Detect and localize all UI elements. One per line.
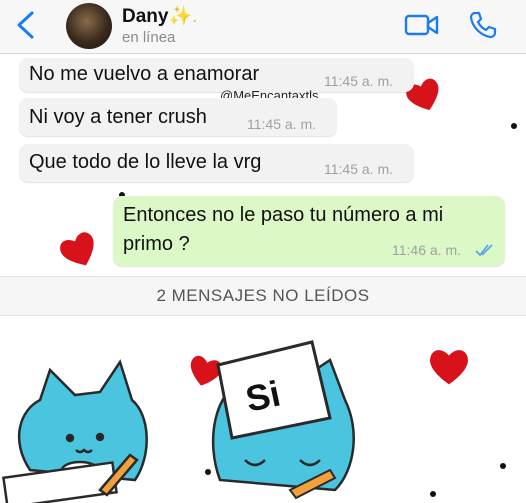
wallpaper-dot — [511, 123, 517, 129]
message-time: 11:45 a. m. — [247, 116, 317, 132]
message-text: Ni voy a tener crush — [29, 106, 207, 128]
message-time: 11:45 a. m. — [324, 161, 394, 177]
message-text: Que todo de lo lleve la vrg — [29, 151, 262, 173]
video-call-icon[interactable] — [404, 12, 440, 38]
chat-header: Dany✨. en línea — [0, 0, 526, 54]
phone-icon[interactable] — [468, 10, 498, 40]
message-time: 11:45 a. m. — [324, 73, 394, 89]
message-incoming[interactable]: Ni voy a tener crush 11:45 a. m. — [19, 98, 337, 136]
message-text: No me vuelvo a enamorar — [29, 63, 260, 85]
message-text-line-2: primo ? — [123, 233, 190, 255]
contact-name-text: Dany — [122, 6, 169, 27]
heart-icon — [60, 232, 94, 266]
avatar[interactable] — [66, 3, 112, 49]
contact-status: en línea — [122, 29, 176, 46]
double-check-read-icon — [475, 244, 493, 257]
sparkle-suffix: ✨. — [168, 6, 198, 27]
chevron-left-icon[interactable] — [14, 10, 36, 40]
message-text-line-1: Entonces no le paso tu número a mi — [123, 204, 444, 226]
unread-messages-banner: 2 MENSAJES NO LEÍDOS — [0, 276, 526, 316]
message-incoming[interactable]: Que todo de lo lleve la vrg 11:45 a. m. — [19, 144, 414, 182]
cat-sticker[interactable]: Si — [0, 320, 526, 503]
chat-area[interactable]: No me vuelvo a enamorar 11:45 a. m. @MeE… — [0, 55, 526, 503]
contact-name[interactable]: Dany✨. — [122, 4, 197, 28]
message-outgoing[interactable]: Entonces no le paso tu número a mi primo… — [113, 196, 505, 266]
message-incoming[interactable]: No me vuelvo a enamorar 11:45 a. m. — [19, 58, 414, 92]
left-cat-icon — [2, 359, 148, 503]
message-time: 11:46 a. m. — [392, 242, 462, 258]
